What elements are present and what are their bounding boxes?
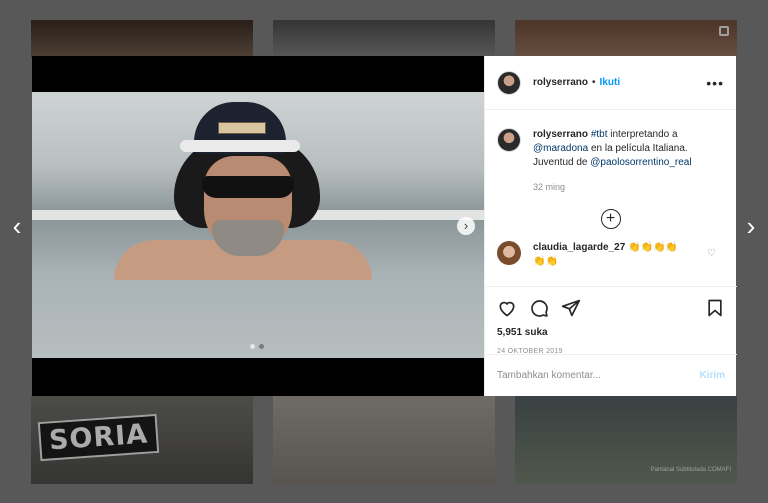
action-bar — [497, 295, 725, 321]
comment-form: Kirim — [485, 354, 737, 396]
caption-hashtag[interactable]: #tbt — [591, 129, 608, 140]
comment-item: claudia_lagarde_27 👏👏👏👏 👏👏 ♡ — [485, 229, 736, 269]
load-more-comments-button[interactable]: + — [600, 209, 621, 229]
post-modal: › rolyserrano • Ikuti ••• rolyserrano #t… — [32, 56, 737, 396]
caption-mention[interactable]: @maradona — [533, 143, 588, 154]
caption-mention[interactable]: @paolosorrentino_real — [590, 157, 691, 168]
separator-dot: • — [592, 77, 596, 88]
chevron-left-icon[interactable]: ‹ — [6, 213, 28, 239]
share-icon[interactable] — [561, 298, 581, 318]
comment-input[interactable] — [497, 370, 700, 381]
send-comment-button[interactable]: Kirim — [699, 370, 725, 381]
photo-cap-label — [218, 122, 266, 134]
caption-text: interpretando a — [607, 129, 678, 140]
caption-body: rolyserrano #tbt interpretando a @marado… — [533, 128, 724, 194]
commenter-avatar[interactable] — [497, 241, 521, 265]
caption-timestamp: 32 ming — [533, 182, 566, 192]
post-actions-area: 5,951 suka 24 OKTOBER 2019 — [485, 286, 737, 355]
post-sidebar: rolyserrano • Ikuti ••• rolyserrano #tbt… — [484, 56, 737, 396]
heart-icon[interactable] — [497, 298, 517, 318]
comment-username[interactable]: claudia_lagarde_27 — [533, 242, 625, 253]
caption-avatar[interactable] — [497, 128, 521, 152]
comment-like-icon[interactable]: ♡ — [707, 248, 716, 259]
likes-count[interactable]: 5,951 suka — [497, 327, 725, 338]
post-photo[interactable] — [32, 92, 484, 358]
author-username[interactable]: rolyserrano — [533, 77, 588, 88]
carousel-next-button[interactable]: › — [457, 217, 475, 235]
more-icon[interactable]: ••• — [706, 75, 724, 91]
post-media: › — [32, 56, 484, 396]
photo-sunglasses — [202, 176, 294, 198]
chevron-right-icon[interactable]: › — [740, 213, 762, 239]
carousel-dots — [250, 344, 264, 349]
follow-button[interactable]: Ikuti — [600, 77, 621, 88]
caption-username[interactable]: rolyserrano — [533, 129, 588, 140]
carousel-dot — [259, 344, 264, 349]
photo-cap-brim — [180, 140, 300, 152]
post-caption: rolyserrano #tbt interpretando a @marado… — [485, 110, 736, 194]
carousel-dot-active — [250, 344, 255, 349]
avatar[interactable] — [497, 70, 521, 95]
post-header: rolyserrano • Ikuti ••• — [485, 56, 736, 110]
comment-icon[interactable] — [529, 298, 549, 318]
bookmark-icon[interactable] — [705, 298, 725, 318]
comment-body: claudia_lagarde_27 👏👏👏👏 👏👏 — [533, 241, 693, 269]
